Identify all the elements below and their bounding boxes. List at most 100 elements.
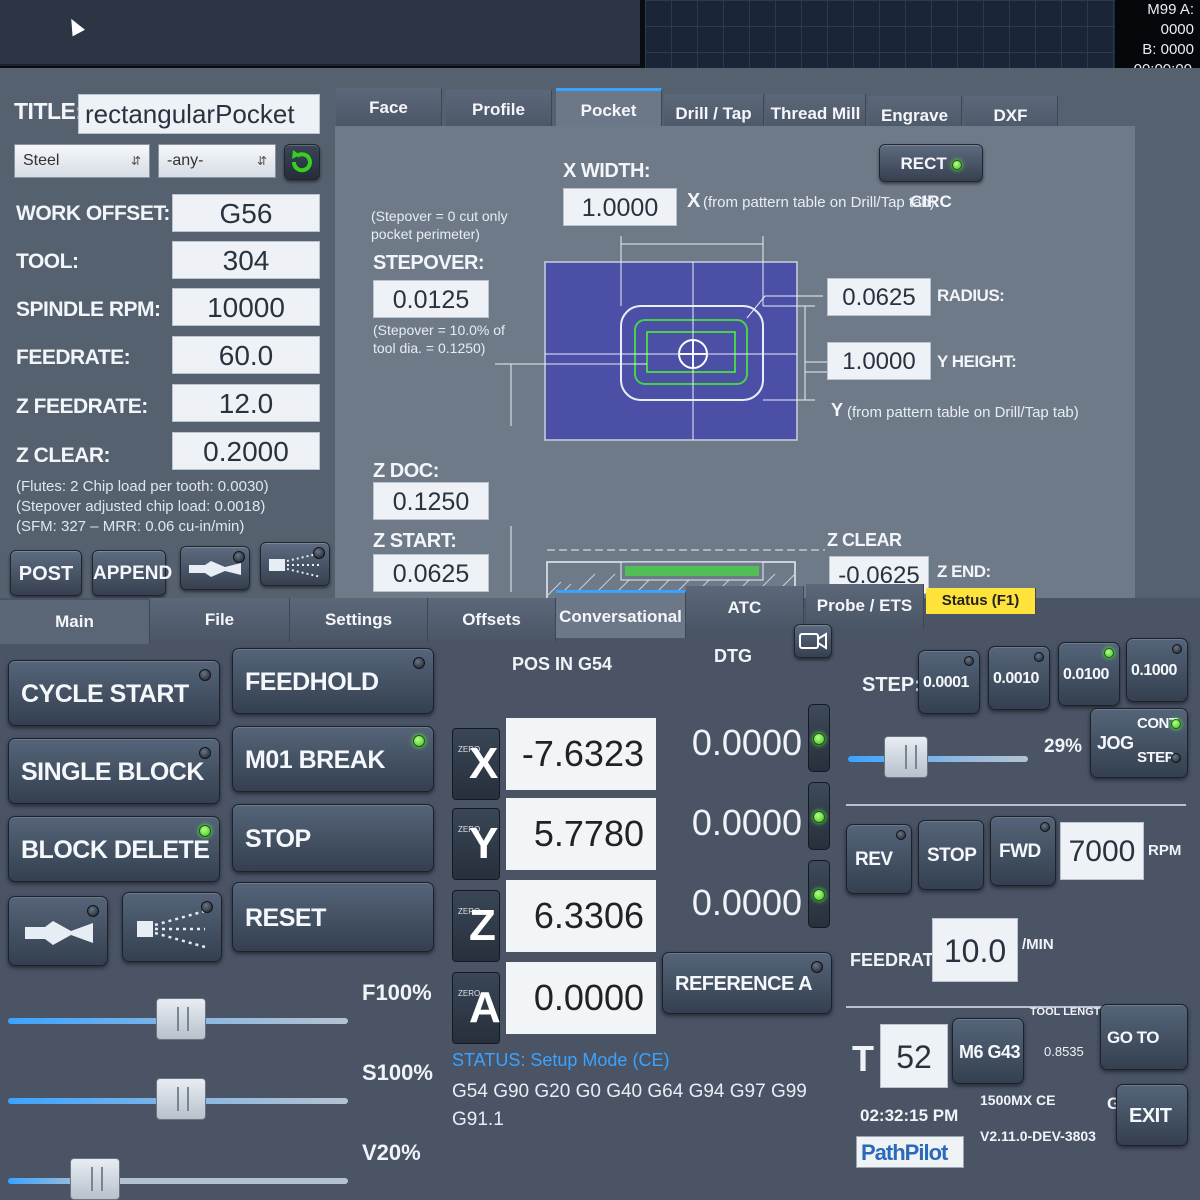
refresh-button[interactable]: [284, 144, 320, 180]
rapid-override-slider[interactable]: [8, 1178, 348, 1184]
exit-button[interactable]: EXIT: [1116, 1084, 1188, 1146]
rapid-override-knob[interactable]: [70, 1158, 120, 1200]
coolant-flood-button[interactable]: [180, 546, 250, 590]
feedrate-input[interactable]: 60.0: [172, 336, 320, 374]
stepover-input[interactable]: 0.0125: [373, 280, 489, 318]
spindle-rpm-input[interactable]: 10000: [172, 288, 320, 326]
jog-speed-knob[interactable]: [884, 736, 928, 778]
spindle-stop-button[interactable]: STOP: [918, 820, 984, 890]
jog-mode-button[interactable]: JOG CONT STEP: [1090, 708, 1188, 778]
radius-input[interactable]: 0.0625: [827, 278, 931, 316]
zero-z-text: ZERO: [458, 907, 481, 916]
x-dtg: 0.0000: [691, 722, 802, 763]
feedhold-button[interactable]: FEEDHOLD: [232, 648, 434, 714]
zero-a-button[interactable]: ZERO A: [452, 972, 501, 1044]
cycle-start-label: CYCLE START: [21, 680, 189, 708]
x-position[interactable]: -7.6323: [506, 718, 656, 790]
stop-button[interactable]: STOP: [232, 804, 434, 872]
work-offset-input[interactable]: G56: [172, 194, 320, 232]
y-position[interactable]: 5.7780: [506, 798, 656, 870]
camera-button[interactable]: [794, 624, 832, 658]
a-position[interactable]: 0.0000: [506, 962, 656, 1034]
grade-select[interactable]: -any- ⇵: [158, 144, 276, 178]
y-height-input[interactable]: 1.0000: [827, 342, 931, 380]
tab-face[interactable]: Face: [336, 88, 442, 128]
step-0100-label: 0.0100: [1063, 666, 1109, 683]
updown-icon: ⇵: [130, 154, 141, 168]
stepover-tool-dia-note: tool dia. = 0.1250): [373, 340, 486, 356]
y-ref-button[interactable]: [808, 782, 830, 850]
append-button[interactable]: APPEND: [92, 550, 172, 596]
feed-override-knob[interactable]: [156, 998, 206, 1040]
block-delete-button[interactable]: BLOCK DELETE: [8, 816, 220, 882]
m6-g43-button[interactable]: M6 G43: [952, 1018, 1024, 1084]
step-0001-led: [964, 656, 974, 666]
jog-speed-slider[interactable]: [848, 756, 1028, 762]
tab-offsets[interactable]: Offsets: [428, 598, 556, 642]
flood-coolant-button[interactable]: [8, 896, 108, 966]
post-button[interactable]: POST: [10, 550, 82, 596]
tool-number-input[interactable]: 52: [880, 1024, 948, 1088]
mist-led: [313, 547, 325, 559]
feedrate-unit: /MIN: [1022, 936, 1054, 953]
jog-label: JOG: [1097, 733, 1134, 753]
tab-pocket[interactable]: Pocket: [556, 88, 662, 128]
spindle-rev-button[interactable]: REV: [846, 824, 912, 894]
active-gcodes: G54 G90 G20 G0 G40 G64 G94 G97 G99 G91.1: [452, 1081, 807, 1130]
z-start-input[interactable]: 0.0625: [373, 554, 489, 592]
step-1000-button[interactable]: 0.1000: [1126, 638, 1188, 702]
step-0001-label: 0.0001: [923, 674, 969, 691]
cycle-start-button[interactable]: CYCLE START: [8, 660, 220, 726]
title-input[interactable]: rectangularPocket: [78, 94, 320, 134]
x-width-input[interactable]: 1.0000: [563, 188, 677, 226]
conversational-panel: TITLE: rectangularPocket Steel ⇵ -any- ⇵…: [0, 68, 1200, 608]
step-0100-button[interactable]: 0.0100: [1058, 642, 1120, 706]
tab-conversational[interactable]: Conversational: [556, 590, 686, 638]
tool-input[interactable]: 304: [172, 241, 320, 279]
readout-line-2: B: 0000: [1142, 41, 1194, 58]
tab-probe-ets[interactable]: Probe / ETS: [806, 584, 924, 628]
single-block-button[interactable]: SINGLE BLOCK: [8, 738, 220, 804]
tab-profile[interactable]: Profile: [446, 90, 552, 130]
step-0010-button[interactable]: 0.0010: [988, 646, 1050, 710]
zero-y-button[interactable]: ZERO Y: [452, 808, 500, 880]
m01-break-button[interactable]: M01 BREAK: [232, 726, 434, 792]
step-0001-button[interactable]: 0.0001: [918, 650, 980, 714]
refresh-icon: [291, 150, 312, 173]
material-select[interactable]: Steel ⇵: [14, 144, 150, 178]
reset-button[interactable]: RESET: [232, 882, 434, 952]
mist-coolant-button[interactable]: [122, 892, 222, 962]
tab-atc[interactable]: ATC: [686, 586, 804, 630]
spindle-rpm-label: SPINDLE RPM:: [16, 298, 161, 321]
zero-z-button[interactable]: ZERO Z: [452, 890, 500, 962]
z-ref-button[interactable]: [808, 860, 830, 928]
fwd-led: [1040, 822, 1050, 832]
go-to-g30-button[interactable]: GO TO G30: [1100, 1004, 1188, 1113]
z-doc-input[interactable]: 0.1250: [373, 482, 489, 520]
spindle-override-knob[interactable]: [156, 1078, 206, 1120]
rect-circ-toggle[interactable]: RECT CIRC: [879, 144, 983, 211]
flood-led: [87, 905, 99, 917]
spindle-fwd-button[interactable]: FWD: [990, 816, 1056, 886]
tab-main[interactable]: Main: [0, 600, 150, 644]
z-clear-diagram-label: Z CLEAR: [827, 530, 902, 550]
step-0100-led: [1104, 648, 1114, 658]
spindle-rpm-input[interactable]: 7000: [1060, 822, 1144, 880]
x-ref-button[interactable]: [808, 704, 830, 772]
tab-settings[interactable]: Settings: [290, 598, 428, 642]
single-block-led: [199, 747, 211, 759]
z-position[interactable]: 6.3306: [506, 880, 656, 952]
coolant-mist-button[interactable]: [260, 542, 330, 586]
pathpilot-logo: PathPilot: [856, 1136, 964, 1168]
x-note-letter: X: [687, 190, 700, 212]
zero-x-button[interactable]: ZERO X: [452, 728, 500, 800]
tab-file[interactable]: File: [150, 598, 290, 642]
tab-status[interactable]: Status (F1): [926, 588, 1036, 614]
z-end-label: Z END:: [937, 562, 991, 581]
reference-a-button[interactable]: REFERENCE A: [662, 952, 832, 1014]
step-0010-label: 0.0010: [993, 670, 1039, 687]
reference-a-led: [811, 961, 823, 973]
z-clear-input[interactable]: 0.2000: [172, 432, 320, 470]
step-0010-led: [1034, 652, 1044, 662]
z-feedrate-input[interactable]: 12.0: [172, 384, 320, 422]
